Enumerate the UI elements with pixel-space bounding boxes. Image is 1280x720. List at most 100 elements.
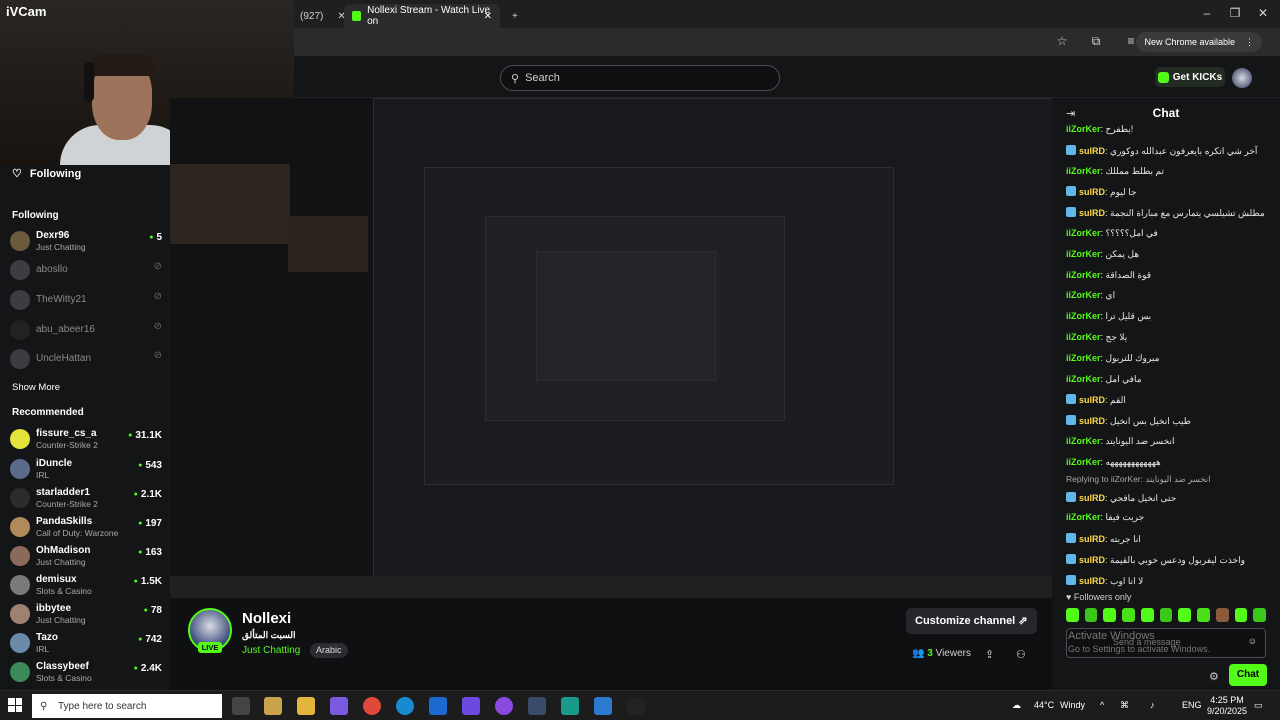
search-input[interactable]: ⚲ Search xyxy=(500,65,780,91)
emote-icon[interactable] xyxy=(1140,608,1154,622)
language-tag[interactable]: Arabic xyxy=(310,643,348,658)
windows-taskbar: ⚲ Type here to search ☁ 44°C Windy ^ ⌘ ♪… xyxy=(0,690,1280,720)
language-indicator[interactable]: ENG xyxy=(1182,700,1202,710)
volume-icon[interactable]: ♪ xyxy=(1150,700,1155,710)
share-icon[interactable]: ⇪ xyxy=(985,648,994,661)
chat-username[interactable]: iiZorKer xyxy=(1066,332,1101,342)
sidebar-item-ibbytee[interactable]: ibbyteeJust Chatting 78 xyxy=(10,601,162,627)
emote-icon[interactable] xyxy=(1253,608,1267,622)
edge-icon[interactable] xyxy=(396,697,414,715)
chat-username[interactable]: sulRD xyxy=(1079,416,1105,426)
sidebar-item-classybeef[interactable]: ClassybeefSlots & Casino 2.4K xyxy=(10,659,162,685)
sidebar-item-dexr96[interactable]: Dexr96 Just Chatting 5 xyxy=(10,228,162,254)
sidebar-item-iduncle[interactable]: iDuncleIRL 543 xyxy=(10,456,162,482)
chat-username[interactable]: iiZorKer xyxy=(1066,311,1101,321)
clock[interactable]: 4:25 PM 9/20/2025 xyxy=(1205,695,1249,717)
emote-icon[interactable] xyxy=(1234,608,1248,622)
chevron-up-icon[interactable]: ^ xyxy=(1100,700,1104,710)
emote-icon[interactable] xyxy=(1159,608,1173,622)
follow-user-icon[interactable]: ⚇ xyxy=(1016,648,1026,661)
weather-icon[interactable]: ☁ xyxy=(1012,700,1021,711)
emoji-icon[interactable]: ☺ xyxy=(1248,636,1257,646)
sidebar-item-fissure-cs-a[interactable]: fissure_cs_aCounter-Strike 2 31.1K xyxy=(10,426,162,452)
close-icon[interactable]: ✕ xyxy=(484,11,492,22)
chat-username[interactable]: iiZorKer xyxy=(1066,290,1101,300)
network-icon[interactable]: ⌘ xyxy=(1120,700,1129,711)
chat-username[interactable]: iiZorKer xyxy=(1066,270,1101,280)
sidebar-item-starladder1[interactable]: starladder1Counter-Strike 2 2.1K xyxy=(10,485,162,511)
app-icon[interactable] xyxy=(528,697,546,715)
app-icon[interactable] xyxy=(594,697,612,715)
sidebar-item-tazo[interactable]: TazoIRL 742 xyxy=(10,630,162,656)
chat-username[interactable]: iiZorKer xyxy=(1066,512,1101,522)
chat-username[interactable]: iiZorKer xyxy=(1066,166,1101,176)
user-avatar[interactable] xyxy=(1232,68,1252,88)
close-window-icon[interactable]: ✕ xyxy=(1256,6,1270,20)
emote-icon[interactable] xyxy=(1103,608,1117,622)
chat-username[interactable]: sulRD xyxy=(1079,534,1105,544)
chat-username[interactable]: sulRD xyxy=(1079,555,1105,565)
chat-username[interactable]: iiZorKer xyxy=(1066,374,1101,384)
notification-icon[interactable]: ▭ xyxy=(1254,700,1263,711)
chat-username[interactable]: sulRD xyxy=(1079,395,1105,405)
emote-icon[interactable] xyxy=(1084,608,1098,622)
maximize-icon[interactable]: ❐ xyxy=(1228,6,1242,20)
chat-message: sulRD: حتى انخيل مافجي xyxy=(1066,491,1266,510)
bookmark-star-icon[interactable]: ☆ xyxy=(1055,34,1069,48)
emote-icon[interactable] xyxy=(1197,608,1210,622)
chat-username[interactable]: sulRD xyxy=(1079,576,1105,586)
new-chrome-available-button[interactable]: New Chrome available ⋮ xyxy=(1136,32,1262,52)
store-icon[interactable] xyxy=(264,697,282,715)
chrome-icon[interactable] xyxy=(363,697,381,715)
chat-username[interactable]: iiZorKer xyxy=(1066,249,1101,259)
task-view-icon[interactable] xyxy=(232,697,250,715)
streamer-name[interactable]: Nollexi xyxy=(242,610,291,627)
gear-icon[interactable]: ⚙ xyxy=(1209,670,1219,683)
minimize-icon[interactable]: – xyxy=(1200,6,1214,20)
app-icon[interactable] xyxy=(561,697,579,715)
extensions-icon[interactable]: ⧉ xyxy=(1089,34,1103,48)
chat-username[interactable]: iiZorKer xyxy=(1066,353,1101,363)
sidebar-item-demisux[interactable]: demisuxSlots & Casino 1.5K xyxy=(10,572,162,598)
sidebar-item-unclehattan[interactable]: UncleHattan ⊘ xyxy=(10,346,162,372)
show-more-button[interactable]: Show More xyxy=(12,382,60,393)
emote-icon[interactable] xyxy=(1066,608,1079,622)
get-kicks-button[interactable]: Get KICKs xyxy=(1155,67,1225,87)
stream-category-link[interactable]: Just Chatting xyxy=(242,645,300,656)
mail-icon[interactable] xyxy=(429,697,447,715)
chat-username[interactable]: sulRD xyxy=(1079,493,1105,503)
following-nav-item[interactable]: ♡ Following xyxy=(12,167,81,180)
app-icon[interactable] xyxy=(462,697,480,715)
tab-kick-stream[interactable]: Nollexi Stream - Watch Live on ✕ xyxy=(344,4,500,28)
emote-icon[interactable] xyxy=(1215,608,1229,622)
menu-dots-icon[interactable]: ⋮ xyxy=(1245,37,1254,48)
sidebar-item-thewitty21[interactable]: TheWitty21 ⊘ xyxy=(10,287,162,313)
chat-username[interactable]: sulRD xyxy=(1079,187,1105,197)
discord-icon[interactable] xyxy=(495,697,513,715)
sidebar-item-pandaskills[interactable]: PandaSkillsCall of Duty: Warzone 197 xyxy=(10,514,162,540)
emote-icon[interactable] xyxy=(1178,608,1192,622)
chat-message: sulRD: لا انا اوب xyxy=(1066,574,1266,593)
video-player[interactable] xyxy=(170,98,1052,598)
weather-label[interactable]: Windy xyxy=(1060,700,1085,710)
sidebar-item-abu-abeer16[interactable]: abu_abeer16 ⊘ xyxy=(10,317,162,343)
sidebar-item-ohmadison[interactable]: OhMadisonJust Chatting 163 xyxy=(10,543,162,569)
new-tab-button[interactable]: + xyxy=(504,4,526,28)
app-icon[interactable] xyxy=(627,697,645,715)
chat-text: لا انا اوب xyxy=(1110,575,1144,586)
chat-username[interactable]: iiZorKer xyxy=(1066,124,1101,134)
chat-username[interactable]: iiZorKer xyxy=(1066,228,1101,238)
app-icon[interactable] xyxy=(330,697,348,715)
file-explorer-icon[interactable] xyxy=(297,697,315,715)
chat-username[interactable]: iiZorKer xyxy=(1066,457,1101,467)
chat-username[interactable]: sulRD xyxy=(1079,146,1105,156)
weather-temp[interactable]: 44°C xyxy=(1034,700,1054,710)
chat-username[interactable]: iiZorKer xyxy=(1066,436,1101,446)
chat-send-button[interactable]: Chat xyxy=(1229,664,1267,686)
emote-icon[interactable] xyxy=(1122,608,1135,622)
chat-username[interactable]: sulRD xyxy=(1079,208,1105,218)
customize-channel-button[interactable]: Customize channel ⇗ xyxy=(906,608,1037,634)
taskbar-search-input[interactable]: ⚲ Type here to search xyxy=(32,694,222,718)
windows-start-icon[interactable] xyxy=(8,698,22,712)
sidebar-item-abosllo[interactable]: abosllo ⊘ xyxy=(10,257,162,283)
